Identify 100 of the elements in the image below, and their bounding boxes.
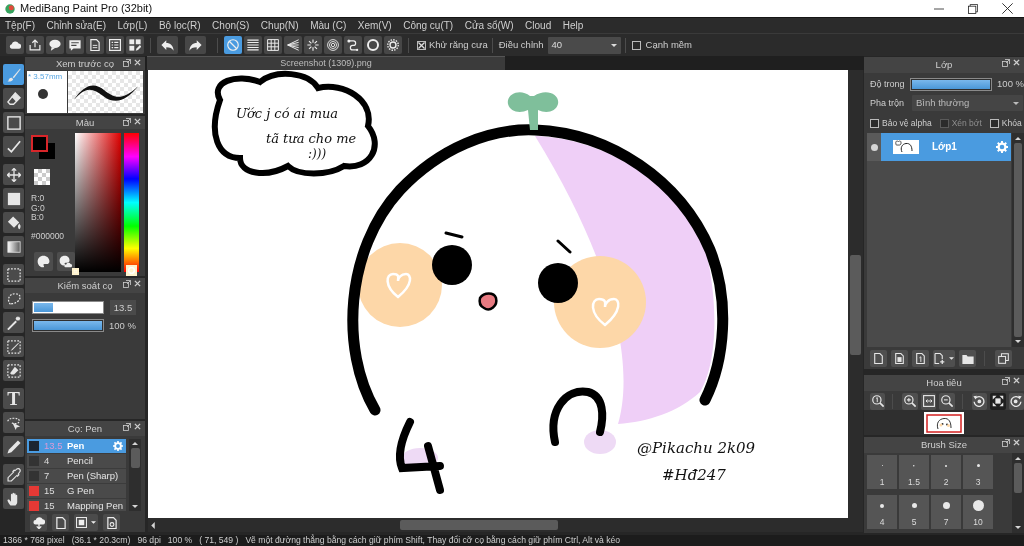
saturation-value-picker[interactable]	[75, 133, 121, 272]
copy-layer-button[interactable]	[995, 350, 1012, 367]
new-layer-button[interactable]	[870, 350, 887, 367]
fit-button[interactable]	[920, 392, 937, 410]
duplicate-layer-button[interactable]	[891, 350, 908, 367]
checkbox[interactable]	[417, 40, 426, 50]
document-button[interactable]	[86, 36, 104, 54]
close-icon[interactable]	[134, 118, 141, 125]
gear-icon[interactable]	[113, 441, 123, 451]
scroll-down-icon[interactable]	[1015, 526, 1021, 529]
undock-icon[interactable]	[123, 423, 131, 431]
brush-size-cell[interactable]: 4	[867, 495, 897, 529]
scroll-up-icon[interactable]	[1015, 457, 1021, 460]
menu-item[interactable]: Chụp(N)	[260, 19, 299, 32]
checkbox[interactable]	[989, 118, 999, 128]
new-brush-button[interactable]	[52, 514, 69, 531]
close-icon[interactable]	[1013, 377, 1020, 384]
fill-shape-tool-button[interactable]	[3, 188, 24, 209]
undock-icon[interactable]	[123, 280, 131, 288]
gear-icon[interactable]	[996, 141, 1008, 153]
list-button[interactable]	[106, 36, 124, 54]
scrollbar-thumb[interactable]	[1014, 143, 1022, 337]
scrollbar[interactable]	[129, 439, 141, 511]
menu-item[interactable]: Help	[562, 19, 584, 32]
select-pen-tool-button[interactable]	[3, 336, 24, 357]
brush-list-item[interactable]: 7 Pen (Sharp)	[27, 469, 126, 484]
close-icon[interactable]	[1013, 439, 1020, 446]
eraser-tool-button[interactable]	[3, 88, 24, 109]
lasso-tool-button[interactable]	[3, 288, 24, 309]
transparent-color-swatch[interactable]	[34, 169, 50, 185]
menu-item[interactable]: Tệp(F)	[5, 19, 35, 32]
menu-item[interactable]: Chỉnh sửa(E)	[46, 19, 106, 32]
checkbox[interactable]	[870, 118, 879, 128]
scroll-left-icon[interactable]	[151, 521, 155, 529]
cloud-button[interactable]	[6, 36, 24, 54]
color-set-button[interactable]	[56, 252, 75, 271]
color-swatch-pair-icon[interactable]	[31, 135, 55, 159]
menu-item[interactable]: Bộ lọc(R)	[158, 19, 201, 32]
scrollbar[interactable]	[1012, 133, 1024, 347]
brush-list-item[interactable]: 15 Mapping Pen	[27, 499, 126, 511]
zoom-reset-button[interactable]	[870, 392, 886, 410]
scroll-down-icon[interactable]	[1015, 340, 1021, 343]
select-tool-button[interactable]	[3, 264, 24, 285]
select-eraser-tool-button[interactable]	[3, 360, 24, 381]
close-icon[interactable]	[134, 280, 141, 287]
redo-button[interactable]	[185, 36, 206, 54]
concentric-ruler-button[interactable]	[324, 36, 342, 54]
scrollbar-thumb[interactable]	[400, 520, 558, 530]
document-tab[interactable]: Screenshot (1309).png	[147, 56, 505, 70]
brush-size-cell[interactable]: 3	[963, 455, 993, 489]
close-icon[interactable]	[134, 423, 141, 430]
scrollbar-thumb[interactable]	[1014, 463, 1022, 493]
ellipse-ruler-button[interactable]	[364, 36, 382, 54]
text-tool-button[interactable]: T	[3, 388, 24, 409]
stroke-tool-button[interactable]	[3, 136, 24, 157]
magic-wand-tool-button[interactable]	[3, 312, 24, 333]
parallel-ruler-button[interactable]	[244, 36, 262, 54]
undock-icon[interactable]	[1002, 59, 1010, 67]
pen-tool-button[interactable]	[3, 436, 24, 457]
eyedropper-tool-button[interactable]	[3, 464, 24, 485]
radial-ruler-button[interactable]	[304, 36, 322, 54]
slider-track[interactable]	[32, 301, 104, 314]
scrollbar[interactable]	[848, 70, 863, 518]
menu-item[interactable]: Cửa sổ(W)	[464, 19, 514, 32]
brush-list-item[interactable]: 4 Pencil	[27, 454, 126, 469]
checkbox[interactable]	[631, 40, 641, 50]
gradient-tool-button[interactable]	[3, 236, 24, 257]
symmetry-ruler-button[interactable]	[384, 36, 402, 54]
folder-button[interactable]	[959, 350, 976, 367]
fit-screen-button[interactable]	[990, 392, 1006, 410]
brush-size-cell[interactable]: 1.5	[899, 455, 929, 489]
undock-icon[interactable]	[1002, 439, 1010, 447]
palette-button[interactable]	[34, 252, 53, 271]
rotate-right-button[interactable]	[1008, 392, 1024, 410]
undo-button[interactable]	[157, 36, 178, 54]
new-layer-one-button[interactable]	[912, 350, 929, 367]
undock-icon[interactable]	[123, 59, 131, 67]
chat-window-button[interactable]	[66, 36, 84, 54]
panel-layout-button[interactable]	[126, 36, 144, 54]
curve-ruler-button[interactable]	[344, 36, 362, 54]
scroll-up-icon[interactable]	[1015, 137, 1021, 140]
size-value-field[interactable]: 13.5	[110, 300, 136, 315]
move-tool-button[interactable]	[3, 164, 24, 185]
correction-dropdown[interactable]: 40	[547, 36, 621, 54]
bucket-tool-button[interactable]	[3, 212, 24, 233]
hand-tool-button[interactable]	[3, 488, 24, 509]
undock-icon[interactable]	[1002, 377, 1010, 385]
menu-item[interactable]: Xem(V)	[357, 19, 392, 32]
brush-settings-button[interactable]	[103, 514, 120, 531]
menu-item[interactable]: Lớp(L)	[117, 19, 148, 32]
scrollbar-thumb[interactable]	[850, 255, 861, 355]
menu-item[interactable]: Cloud	[525, 19, 552, 32]
blend-mode-dropdown[interactable]: Bình thường	[912, 95, 1023, 111]
brush-size-cell[interactable]: 2	[931, 455, 961, 489]
shape-tool-button[interactable]	[3, 112, 24, 133]
speech-bubble-button[interactable]	[46, 36, 64, 54]
brush-size-cell[interactable]: 10	[963, 495, 993, 529]
scroll-up-icon[interactable]	[132, 442, 138, 445]
brush-menu-button[interactable]	[74, 514, 98, 531]
scrollbar[interactable]	[148, 518, 863, 532]
